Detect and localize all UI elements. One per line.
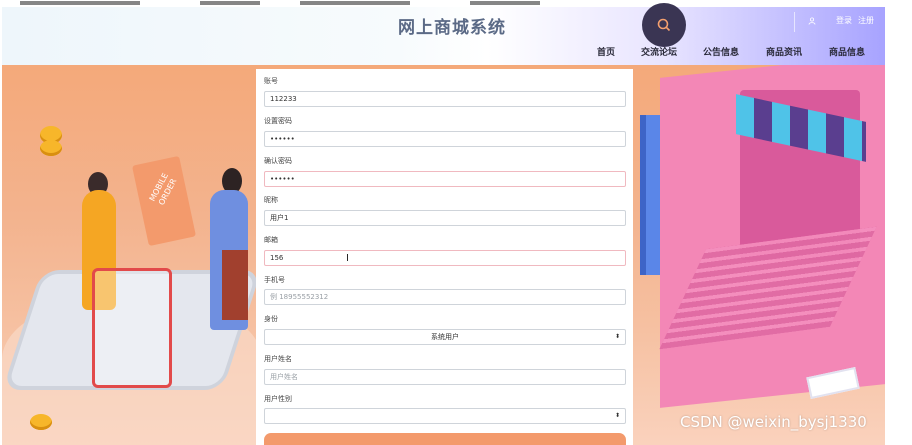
shopping-cart-illustration: [92, 268, 172, 388]
field-label-phone: 手机号: [264, 276, 285, 284]
nav-item-home[interactable]: 首页: [597, 45, 615, 58]
auth-links: 登录 注册: [794, 12, 874, 32]
confirm-password-input[interactable]: ••••••: [264, 171, 626, 187]
nav-item-forum[interactable]: 交流论坛: [641, 45, 677, 58]
mobile-order-text: MOBILE ORDER: [147, 171, 179, 207]
page: MOBILE ORDER 网上商城系统 登录 注册 首页 交流论坛 公告信息 商…: [0, 0, 912, 445]
nav-item-product-news[interactable]: 商品资讯: [766, 45, 802, 58]
user-icon: [808, 16, 816, 25]
role-select[interactable]: 系统用户 ⬍: [264, 329, 626, 345]
field-label-gender: 用户性别: [264, 395, 292, 403]
main-nav: 首页 交流论坛 公告信息 商品资讯 商品信息: [2, 45, 885, 61]
field-label-nickname: 昵称: [264, 196, 278, 204]
real-name-input[interactable]: 用户姓名: [264, 369, 626, 385]
nav-item-products[interactable]: 商品信息: [829, 45, 865, 58]
field-label-account: 账号: [264, 77, 278, 85]
field-label-real-name: 用户姓名: [264, 355, 292, 363]
role-select-value: 系统用户: [431, 333, 459, 341]
account-input[interactable]: 112233: [264, 91, 626, 107]
watermark: CSDN @weixin_bysj1330: [680, 413, 867, 431]
password-input[interactable]: ••••••: [264, 131, 626, 147]
coin-icon: [40, 140, 62, 156]
search-icon: [657, 18, 671, 32]
updown-arrow-icon: ⬍: [614, 412, 620, 419]
registration-form: 账号 112233 设置密码 •••••• 确认密码 •••••• 昵称 用户1…: [256, 69, 633, 445]
register-submit-button[interactable]: [264, 433, 626, 445]
updown-arrow-icon: ⬍: [614, 333, 620, 340]
gender-select[interactable]: ⬍: [264, 408, 626, 424]
text-cursor-icon: I: [346, 253, 349, 264]
nickname-input[interactable]: 用户1: [264, 210, 626, 226]
field-label-confirm-password: 确认密码: [264, 157, 292, 165]
site-header: 网上商城系统 登录 注册 首页 交流论坛 公告信息 商品资讯 商品信息: [2, 3, 885, 65]
email-input[interactable]: 156: [264, 250, 626, 266]
field-label-password: 设置密码: [264, 117, 292, 125]
field-label-email: 邮箱: [264, 236, 278, 244]
field-label-role: 身份: [264, 315, 278, 323]
phone-input[interactable]: 例 18955552312: [264, 289, 626, 305]
nav-item-announcements[interactable]: 公告信息: [703, 45, 739, 58]
coin-icon: [30, 414, 52, 430]
register-link[interactable]: 注册: [858, 15, 874, 26]
search-button[interactable]: [642, 3, 686, 47]
clerk-skirt: [222, 250, 248, 320]
login-link[interactable]: 登录: [836, 15, 852, 26]
site-title: 网上商城系统: [398, 18, 506, 38]
